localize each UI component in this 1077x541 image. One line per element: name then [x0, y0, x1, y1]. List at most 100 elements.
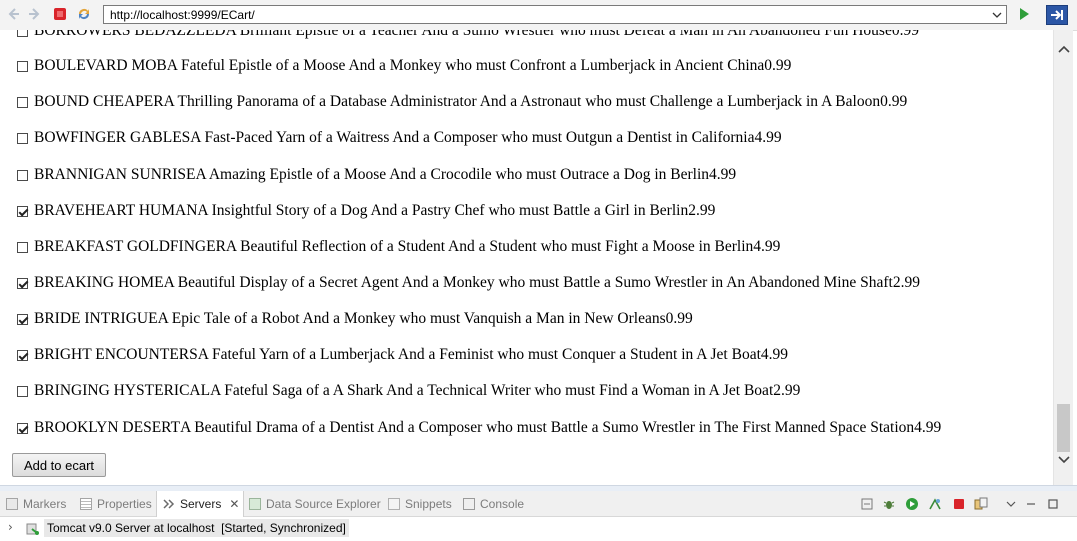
scroll-up-icon[interactable]	[1057, 42, 1071, 56]
film-description: A Beautiful Reflection of a Student And …	[225, 238, 754, 255]
film-item: BRIDE INTRIGUE A Epic Tale of a Robot An…	[17, 309, 693, 329]
film-item: BRAVEHEART HUMAN A Insightful Story of a…	[17, 201, 715, 221]
stop-server-icon[interactable]	[952, 497, 966, 511]
collapse-all-icon[interactable]	[860, 497, 874, 511]
publish-icon[interactable]	[974, 497, 988, 511]
film-title: BRAVEHEART HUMAN	[34, 202, 198, 219]
film-title: BORROWERS BEDAZZLED	[34, 30, 226, 39]
back-arrow-icon[interactable]	[6, 6, 22, 22]
tab-markers[interactable]: Markers	[6, 491, 66, 516]
film-checkbox[interactable]	[17, 132, 28, 144]
tomcat-server-icon	[26, 521, 40, 535]
film-checkbox[interactable]	[17, 422, 28, 434]
film-checkbox[interactable]	[17, 349, 28, 361]
film-description: A Fateful Epistle of a Moose And a Monke…	[166, 57, 765, 74]
go-arrow-icon[interactable]	[1016, 6, 1032, 22]
view-menu-icon[interactable]	[1004, 497, 1018, 511]
maximize-icon[interactable]	[1046, 497, 1060, 511]
film-checkbox[interactable]	[17, 205, 28, 217]
add-to-ecart-button[interactable]: Add to ecart	[12, 453, 106, 477]
chevron-right-icon[interactable]: ›	[8, 520, 13, 534]
data-source-icon	[249, 497, 261, 510]
chevron-down-icon[interactable]	[988, 6, 1006, 23]
tab-console[interactable]: Console	[463, 491, 524, 516]
film-title: BOUND CHEAPER	[34, 93, 164, 110]
film-item: BREAKFAST GOLDFINGER A Beautiful Reflect…	[17, 237, 780, 257]
film-price: 0.99	[891, 30, 919, 39]
film-item: BOUND CHEAPER A Thrilling Panorama of a …	[17, 92, 907, 112]
forward-arrow-icon[interactable]	[26, 6, 42, 22]
film-checkbox[interactable]	[17, 241, 28, 253]
film-price: 4.99	[709, 166, 737, 183]
film-description: A Brilliant Epistle of a Teacher And a S…	[225, 30, 892, 39]
url-text: http://localhost:9999/ECart/	[110, 8, 255, 22]
properties-icon	[80, 497, 92, 510]
film-checkbox[interactable]	[17, 60, 28, 72]
film-price: 0.99	[880, 93, 908, 110]
tab-label: Properties	[97, 496, 152, 511]
profile-icon[interactable]	[928, 497, 942, 511]
browser-toolbar: http://localhost:9999/ECart/	[0, 0, 1077, 31]
tab-label: Data Source Explorer	[266, 496, 381, 511]
film-title: BRIDE INTRIGUE	[34, 310, 158, 327]
film-title: BOWFINGER GABLES	[34, 129, 191, 146]
tab-label: Markers	[23, 496, 67, 511]
film-price: 4.99	[753, 238, 781, 255]
film-checkbox[interactable]	[17, 30, 28, 37]
film-checkbox[interactable]	[17, 385, 28, 397]
film-title: BROOKLYN DESERT	[34, 419, 181, 436]
vertical-scrollbar[interactable]	[1053, 30, 1073, 485]
panel-tab-bar: Markers Properties Servers ✕ Data Source…	[0, 491, 1077, 517]
page-content: BORROWERS BEDAZZLED A Brilliant Epistle …	[0, 30, 1053, 485]
tab-snippets[interactable]: Snippets	[388, 491, 452, 516]
film-description: A Epic Tale of a Robot And a Monkey who …	[157, 310, 666, 327]
url-input[interactable]: http://localhost:9999/ECart/	[103, 5, 1007, 24]
close-icon[interactable]: ✕	[229, 497, 239, 511]
open-external-browser-icon[interactable]	[1046, 5, 1068, 25]
start-icon[interactable]	[905, 497, 919, 511]
film-description: A Fast-Paced Yarn of a Waitress And a Co…	[190, 129, 755, 146]
stop-icon[interactable]	[52, 6, 68, 22]
film-title: BRANNIGAN SUNRISE	[34, 166, 196, 183]
film-price: 2.99	[892, 274, 920, 291]
film-title: BRIGHT ENCOUNTERS	[34, 346, 198, 363]
tab-label: Servers	[180, 497, 222, 511]
server-label: Tomcat v9.0 Server at localhost [Started…	[44, 519, 349, 537]
film-item: BOULEVARD MOB A Fateful Epistle of a Moo…	[17, 56, 791, 76]
console-icon	[463, 497, 475, 510]
film-price: 2.99	[773, 382, 801, 399]
debug-icon[interactable]	[882, 497, 896, 511]
servers-icon	[163, 498, 175, 510]
film-description: A Fateful Saga of a A Shark And a Techni…	[210, 382, 774, 399]
film-checkbox[interactable]	[17, 313, 28, 325]
film-item: BREAKING HOME A Beautiful Display of a S…	[17, 273, 920, 293]
film-description: A Beautiful Drama of a Dentist And a Com…	[180, 419, 915, 436]
refresh-icon[interactable]	[76, 6, 92, 22]
tab-properties[interactable]: Properties	[80, 491, 152, 516]
minimize-icon[interactable]	[1024, 497, 1038, 511]
film-title: BREAKFAST GOLDFINGER	[34, 238, 226, 255]
film-description: A Fateful Yarn of a Lumberjack And a Fem…	[197, 346, 761, 363]
snippets-icon	[388, 497, 400, 510]
film-item: BROOKLYN DESERT A Beautiful Drama of a D…	[17, 418, 941, 438]
server-list-row[interactable]: › Tomcat v9.0 Server at localhost [Start…	[0, 517, 1077, 541]
film-checkbox[interactable]	[17, 169, 28, 181]
film-price: 4.99	[754, 129, 782, 146]
film-price: 0.99	[665, 310, 693, 327]
film-title: BRINGING HYSTERICAL	[34, 382, 211, 399]
film-description: A Amazing Epistle of a Moose And a Croco…	[195, 166, 710, 183]
scrollbar-thumb[interactable]	[1057, 404, 1070, 452]
tab-data-source-explorer[interactable]: Data Source Explorer	[249, 491, 381, 516]
film-title: BOULEVARD MOB	[34, 57, 167, 74]
film-checkbox[interactable]	[17, 96, 28, 108]
film-price: 4.99	[914, 419, 942, 436]
scroll-down-icon[interactable]	[1057, 453, 1071, 467]
film-item: BRIGHT ENCOUNTERS A Fateful Yarn of a Lu…	[17, 345, 788, 365]
film-price: 2.99	[688, 202, 716, 219]
film-description: A Thrilling Panorama of a Database Admin…	[163, 93, 881, 110]
film-description: A Insightful Story of a Dog And a Pastry…	[197, 202, 689, 219]
tab-servers[interactable]: Servers ✕	[156, 491, 245, 517]
film-checkbox[interactable]	[17, 277, 28, 289]
tab-label: Console	[480, 496, 525, 511]
markers-icon	[6, 497, 18, 510]
